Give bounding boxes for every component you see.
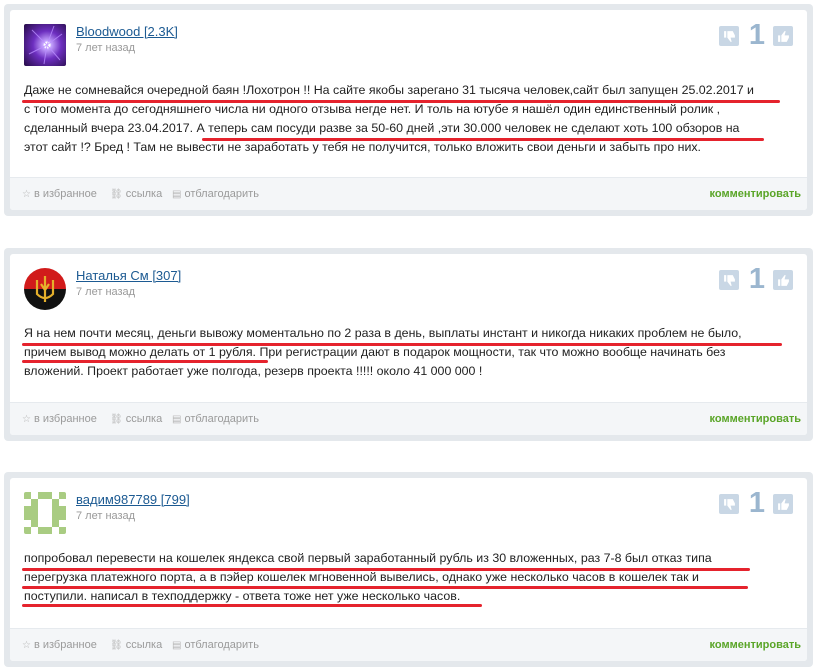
gift-icon: ▤ [172, 413, 182, 425]
comment-line: Даже не сомневайся очередной баян !Лохот… [24, 83, 754, 97]
link-button[interactable]: ⛓ ссылка [110, 188, 162, 200]
thumbs-up-icon [777, 274, 789, 286]
comment-footer: ☆ в избранное ⛓ ссылка ▤ отблагодарить к… [10, 628, 807, 661]
red-underline [22, 568, 750, 571]
favorite-label: в избранное [33, 413, 97, 425]
comment-time: 7 лет назад [76, 510, 136, 522]
author-link[interactable]: Bloodwood [2.3K] [76, 24, 178, 39]
comment-body: вадим987789 [799] 7 лет назад 1 попробов… [10, 478, 807, 661]
thumbs-up-button[interactable] [773, 26, 793, 46]
thumbs-up-button[interactable] [773, 270, 793, 290]
comment-button[interactable]: комментировать [710, 188, 801, 200]
comment-time: 7 лет назад [76, 42, 136, 54]
add-to-favorites-button[interactable]: ☆ в избранное [22, 639, 97, 651]
red-underline [22, 360, 268, 363]
gift-icon: ▤ [172, 188, 182, 200]
avatar[interactable] [24, 268, 66, 310]
comment-card: вадим987789 [799] 7 лет назад 1 попробов… [4, 472, 813, 667]
link-label: ссылка [125, 413, 163, 425]
gift-icon: ▤ [172, 639, 182, 651]
comment-text: попробовал перевести на кошелек яндекса … [24, 549, 799, 606]
red-underline [22, 586, 748, 589]
star-icon: ☆ [22, 188, 31, 200]
thumbs-down-button[interactable] [719, 494, 739, 514]
thumbs-down-icon [723, 274, 735, 286]
avatar[interactable] [24, 492, 66, 534]
thumbs-up-icon [777, 30, 789, 42]
trident-emblem [35, 276, 55, 302]
red-underline [22, 100, 780, 103]
vote-count: 1 [748, 19, 765, 51]
thumbs-down-icon [723, 498, 735, 510]
comment-footer: ☆ в избранное ⛓ ссылка ▤ отблагодарить к… [10, 177, 807, 210]
identicon-image [24, 492, 66, 534]
red-underline [202, 138, 764, 141]
thank-button[interactable]: ▤ отблагодарить [172, 413, 259, 425]
thank-button[interactable]: ▤ отблагодарить [172, 188, 259, 200]
star-icon: ☆ [22, 413, 31, 425]
add-to-favorites-button[interactable]: ☆ в избранное [22, 413, 97, 425]
comment-card: Bloodwood [2.3K] 7 лет назад 1 Даже не с… [4, 4, 813, 216]
avatar[interactable] [24, 24, 66, 66]
thumbs-up-button[interactable] [773, 494, 793, 514]
thank-label: отблагодарить [184, 188, 259, 200]
comment-footer: ☆ в избранное ⛓ ссылка ▤ отблагодарить к… [10, 402, 807, 435]
plasma-image [28, 25, 63, 65]
comment-line: попробовал перевести на кошелек яндекса … [24, 551, 712, 565]
link-label: ссылка [125, 188, 163, 200]
red-underline [22, 343, 782, 346]
chain-link-icon: ⛓ [110, 413, 123, 425]
chain-link-icon: ⛓ [110, 188, 123, 200]
comment-line: вложений. Проект работает уже полгода, р… [24, 364, 483, 378]
comment-card: Наталья См [307] 7 лет назад 1 Я на нем … [4, 248, 813, 441]
thumbs-down-button[interactable] [719, 270, 739, 290]
thank-label: отблагодарить [184, 639, 259, 651]
favorite-label: в избранное [33, 188, 97, 200]
comment-line: сделанный вчера 23.04.2017. А теперь сам… [24, 121, 740, 135]
comment-button[interactable]: комментировать [710, 413, 801, 425]
star-icon: ☆ [22, 639, 31, 651]
comment-button[interactable]: комментировать [710, 639, 801, 651]
red-underline [22, 604, 482, 607]
favorite-label: в избранное [33, 639, 97, 651]
vote-count: 1 [748, 263, 765, 295]
comment-text: Я на нем почти месяц, деньги вывожу моме… [24, 324, 799, 381]
link-button[interactable]: ⛓ ссылка [110, 413, 162, 425]
vote-count: 1 [748, 487, 765, 519]
thumbs-down-icon [723, 30, 735, 42]
add-to-favorites-button[interactable]: ☆ в избранное [22, 188, 97, 200]
comment-line: Я на нем почти месяц, деньги вывожу моме… [24, 326, 742, 340]
comment-body: Наталья См [307] 7 лет назад 1 Я на нем … [10, 254, 807, 435]
author-link[interactable]: Наталья См [307] [76, 268, 181, 283]
thumbs-up-icon [777, 498, 789, 510]
comment-body: Bloodwood [2.3K] 7 лет назад 1 Даже не с… [10, 10, 807, 210]
link-label: ссылка [125, 639, 163, 651]
thank-label: отблагодарить [184, 413, 259, 425]
comment-time: 7 лет назад [76, 286, 136, 298]
author-link[interactable]: вадим987789 [799] [76, 492, 190, 507]
chain-link-icon: ⛓ [110, 639, 123, 651]
thumbs-down-button[interactable] [719, 26, 739, 46]
thank-button[interactable]: ▤ отблагодарить [172, 639, 259, 651]
link-button[interactable]: ⛓ ссылка [110, 639, 162, 651]
comment-text: Даже не сомневайся очередной баян !Лохот… [24, 81, 799, 157]
